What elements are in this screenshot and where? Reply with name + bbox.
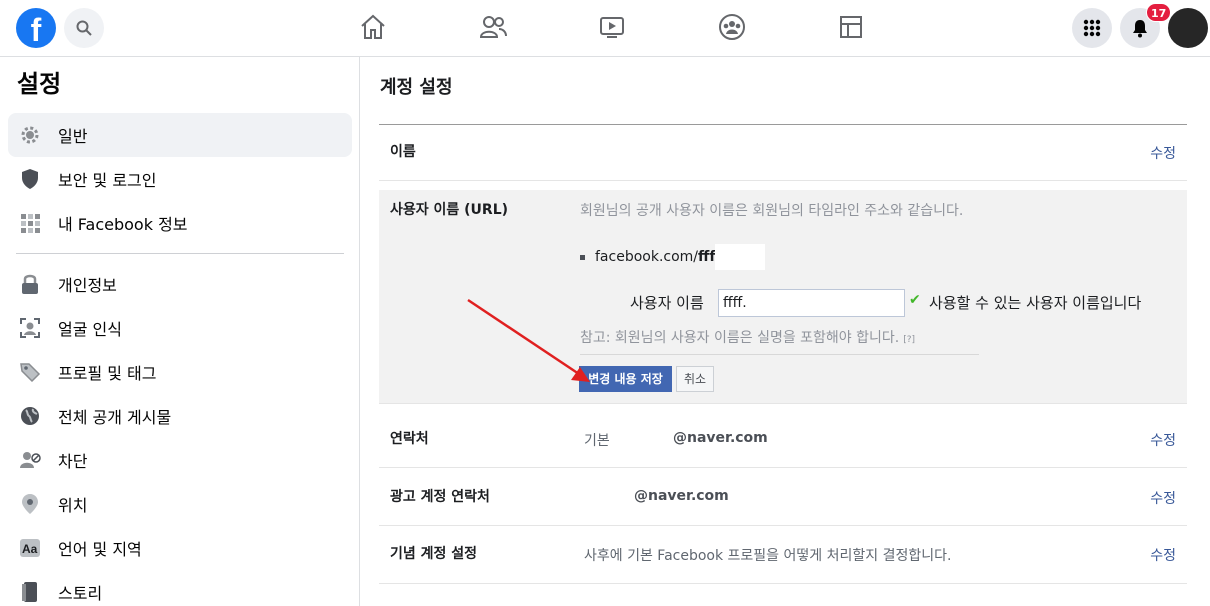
row-label: 광고 계정 연락처 (390, 489, 490, 505)
save-changes-button[interactable]: 변경 내용 저장 (579, 366, 672, 392)
pages-tab[interactable] (836, 12, 866, 42)
contact-type: 기본 (584, 433, 610, 449)
sidebar-item-security[interactable]: 보안 및 로그인 (8, 157, 352, 201)
home-tab[interactable] (358, 12, 388, 42)
username-url: facebook.com/ffff (580, 249, 721, 265)
svg-text:Aa: Aa (22, 542, 38, 556)
lock-icon (18, 272, 42, 296)
row-label: 연락처 (390, 431, 429, 447)
sidebar-item-label: 내 Facebook 정보 (58, 215, 188, 234)
sidebar-item-language[interactable]: Aa 언어 및 지역 (8, 526, 352, 570)
cancel-button[interactable]: 취소 (676, 366, 714, 392)
watch-tab[interactable] (597, 12, 627, 42)
account-avatar[interactable] (1168, 8, 1208, 48)
settings-row-ad-contact[interactable]: 광고 계정 연락처 @naver.com 수정 (379, 469, 1187, 526)
row-label: 기념 계정 설정 (390, 546, 478, 562)
sidebar-item-label: 얼굴 인식 (58, 320, 122, 339)
grid-menu-icon (1083, 19, 1101, 37)
edit-memorial-link[interactable]: 수정 (1150, 545, 1176, 565)
sidebar-title: 설정 (17, 70, 62, 98)
menu-button[interactable] (1072, 8, 1112, 48)
groups-icon (719, 14, 745, 40)
sidebar-item-label: 개인정보 (58, 276, 117, 295)
facebook-logo-icon[interactable]: f (16, 8, 56, 48)
edit-ad-contact-link[interactable]: 수정 (1150, 488, 1176, 508)
settings-sidebar: 설정 일반 보안 및 로그인 내 Facebook 정보 개인정보 얼굴 인식 … (0, 57, 360, 606)
globe-icon (18, 404, 42, 428)
row-label: 이름 (390, 144, 416, 160)
sidebar-item-blocking[interactable]: 차단 (8, 438, 352, 482)
top-navigation-bar: f 17 (0, 0, 1210, 57)
sidebar-item-label: 차단 (58, 452, 88, 471)
book-icon (18, 580, 42, 604)
sidebar-item-stories[interactable]: 스토리 (8, 570, 352, 606)
checkmark-icon: ✔ (909, 292, 921, 308)
sidebar-item-label: 전체 공개 게시물 (58, 408, 172, 427)
settings-row-contact[interactable]: 연락처 기본 @naver.com 수정 (379, 412, 1187, 468)
bell-icon (1133, 20, 1147, 38)
sidebar-item-label: 위치 (58, 496, 88, 515)
edit-name-link[interactable]: 수정 (1150, 143, 1176, 163)
help-link[interactable]: [?] (903, 335, 915, 345)
block-user-icon (18, 448, 42, 472)
sidebar-item-privacy[interactable]: 개인정보 (8, 262, 352, 306)
sidebar-item-label: 일반 (58, 127, 88, 146)
settings-row-name[interactable]: 이름 수정 (379, 125, 1187, 181)
contact-email: @naver.com (673, 430, 768, 446)
sidebar-item-your-info[interactable]: 내 Facebook 정보 (8, 201, 352, 245)
sidebar-item-general[interactable]: 일반 (8, 113, 352, 157)
location-pin-icon (18, 492, 42, 516)
sidebar-item-location[interactable]: 위치 (8, 482, 352, 526)
availability-message: 사용할 수 있는 사용자 이름입니다 (929, 294, 1142, 312)
page-title: 계정 설정 (380, 77, 453, 98)
username-field-label: 사용자 이름 (630, 294, 704, 312)
sidebar-divider (16, 253, 344, 254)
shield-icon (18, 167, 42, 191)
settings-row-memorialization[interactable]: 기념 계정 설정 사후에 기본 Facebook 프로필을 어떻게 처리할지 결… (379, 527, 1187, 584)
ad-contact-email: @naver.com (634, 488, 729, 504)
row-label: 사용자 이름 (URL) (390, 202, 509, 218)
tag-icon (18, 360, 42, 384)
username-description: 회원님의 공개 사용자 이름은 회원님의 타임라인 주소와 같습니다. (580, 203, 964, 219)
sidebar-item-label: 보안 및 로그인 (58, 171, 157, 190)
grid-icon (18, 211, 42, 235)
bullet-icon (580, 254, 585, 260)
gear-icon (18, 123, 42, 147)
groups-tab[interactable] (717, 12, 747, 42)
note-text: 참고: 회원님의 사용자 이름은 실명을 포함해야 합니다. (580, 330, 900, 346)
sidebar-item-label: 프로필 및 태그 (58, 364, 157, 383)
sidebar-item-label: 언어 및 지역 (58, 540, 142, 559)
url-prefix: facebook.com/ (595, 249, 699, 265)
sidebar-item-label: 스토리 (58, 584, 103, 603)
search-button[interactable] (64, 8, 104, 48)
friends-tab[interactable] (478, 12, 508, 42)
form-separator (580, 354, 979, 355)
friends-icon (479, 16, 507, 38)
username-note: 참고: 회원님의 사용자 이름은 실명을 포함해야 합니다. [?] (580, 327, 915, 347)
settings-row-partial (379, 585, 1187, 606)
home-icon (361, 14, 385, 39)
sidebar-item-face-recognition[interactable]: 얼굴 인식 (8, 306, 352, 350)
pages-icon (840, 16, 862, 38)
video-icon (600, 17, 624, 38)
sidebar-item-public-posts[interactable]: 전체 공개 게시물 (8, 394, 352, 438)
username-input[interactable] (718, 289, 905, 317)
redaction-mask (715, 244, 765, 270)
sidebar-item-profile-tagging[interactable]: 프로필 및 태그 (8, 350, 352, 394)
face-scan-icon (18, 316, 42, 340)
language-icon: Aa (18, 536, 42, 560)
search-icon (76, 20, 92, 36)
edit-contact-link[interactable]: 수정 (1150, 430, 1176, 450)
memorial-description: 사후에 기본 Facebook 프로필을 어떻게 처리할지 결정합니다. (584, 548, 952, 564)
notification-badge: 17 (1146, 3, 1172, 22)
